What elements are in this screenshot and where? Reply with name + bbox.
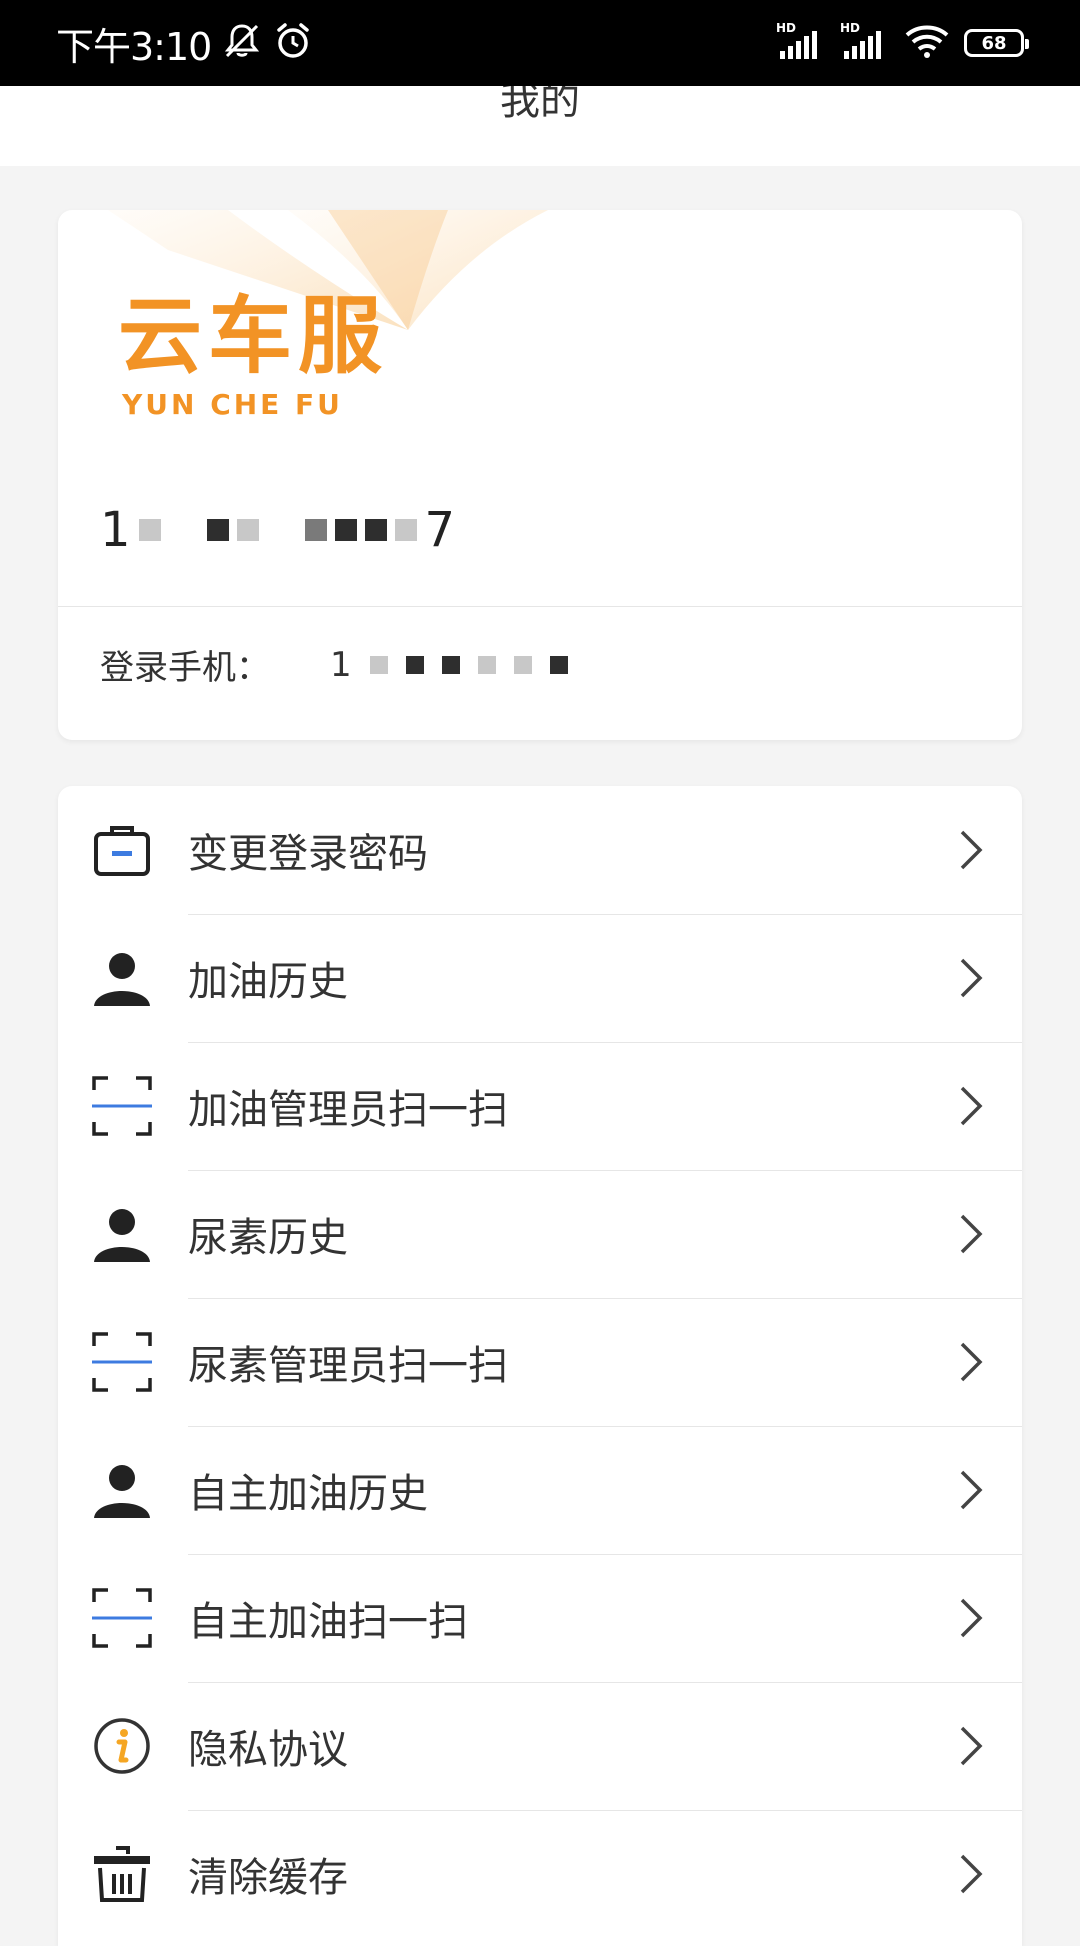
menu-item-label: 清除缓存 [188,1855,348,1901]
menu-item-self-fuel-scan[interactable]: 自主加油扫一扫 [58,1554,1022,1682]
mosaic-block [441,655,460,674]
mosaic-gap [267,519,297,541]
chevron-right-icon [960,1470,983,1510]
menu-item-fuel-admin-scan[interactable]: 加油管理员扫一扫 [58,1042,1022,1170]
user-icon [92,1204,152,1264]
chevron-right-icon [960,958,983,998]
login-phone-masked: 1 [330,645,568,685]
info-icon [92,1716,152,1776]
profile-card: 云车服 YUN CHE FU 1 7 登录手机： 1 [58,210,1022,740]
menu-item-label: 自主加油扫一扫 [188,1599,468,1645]
menu-item-label: 加油管理员扫一扫 [188,1087,508,1133]
user-icon [92,948,152,1008]
mosaic-block [549,655,568,674]
menu-item-change-password[interactable]: 变更登录密码 [58,786,1022,914]
mosaic-block [364,519,387,541]
signal-icon: HD [776,21,826,61]
battery-icon: 68 [964,29,1029,57]
menu-list: 变更登录密码 加油历史 加油管理员扫一扫 尿素历史 尿素管理员扫一扫 自主加油历… [58,786,1022,1946]
scan-icon [92,1332,152,1392]
menu-item-fuel-history[interactable]: 加油历史 [58,914,1022,1042]
login-phone-label: 登录手机： [100,648,270,688]
menu-item-self-fuel-history[interactable]: 自主加油历史 [58,1426,1022,1554]
wifi-icon [904,23,950,63]
chevron-right-icon [960,830,983,870]
card-divider [58,606,1022,607]
mute-bell-icon [221,20,263,66]
brand-logo: 云车服 YUN CHE FU [118,294,388,421]
account-suffix: 7 [424,502,456,558]
status-left: 下午3:10 [56,16,313,71]
menu-item-clear-cache[interactable]: 清除缓存 [58,1810,1022,1938]
lock-icon [92,820,152,880]
mosaic-block [304,519,327,541]
chevron-right-icon [960,1726,983,1766]
mosaic-block [405,655,424,674]
signal-icon-2: HD [840,21,890,61]
account-prefix: 1 [100,502,131,558]
mosaic-block [236,519,259,541]
menu-item-urea-history[interactable]: 尿素历史 [58,1170,1022,1298]
menu-item-urea-admin-scan[interactable]: 尿素管理员扫一扫 [58,1298,1022,1426]
chevron-right-icon [960,1854,983,1894]
menu-item-privacy-policy[interactable]: 隐私协议 [58,1682,1022,1810]
user-icon [92,1460,152,1520]
menu-item-label: 变更登录密码 [188,831,428,877]
status-bar: 下午3:10 HD HD 68 [0,0,1080,86]
mosaic-block [369,655,388,674]
menu-item-label: 尿素历史 [188,1215,348,1261]
logo-chinese: 云车服 [118,287,389,385]
mosaic-block [206,519,229,541]
menu-item-label: 加油历史 [188,959,348,1005]
scan-icon [92,1588,152,1648]
mosaic-block [138,519,161,541]
chevron-right-icon [960,1086,983,1126]
mosaic-block [394,519,417,541]
mosaic-block [477,655,496,674]
status-right: HD HD 68 [776,21,1029,63]
menu-item-label: 尿素管理员扫一扫 [188,1343,508,1389]
menu-item-label: 隐私协议 [188,1727,348,1773]
menu-item-label: 自主加油历史 [188,1471,428,1517]
scan-icon [92,1076,152,1136]
login-phone-prefix: 1 [330,644,352,685]
trash-icon [92,1844,152,1904]
chevron-right-icon [960,1598,983,1638]
mosaic-block [334,519,357,541]
alarm-icon [273,21,313,65]
chevron-right-icon [960,1214,983,1254]
mosaic-block [513,655,532,674]
login-phone-row: 登录手机： 1 [100,640,568,689]
logo-english: YUN CHE FU [122,388,343,421]
mosaic-gap [169,519,199,541]
account-name-masked: 1 7 [100,502,455,558]
chevron-right-icon [960,1342,983,1382]
status-time: 下午3:10 [56,24,212,69]
